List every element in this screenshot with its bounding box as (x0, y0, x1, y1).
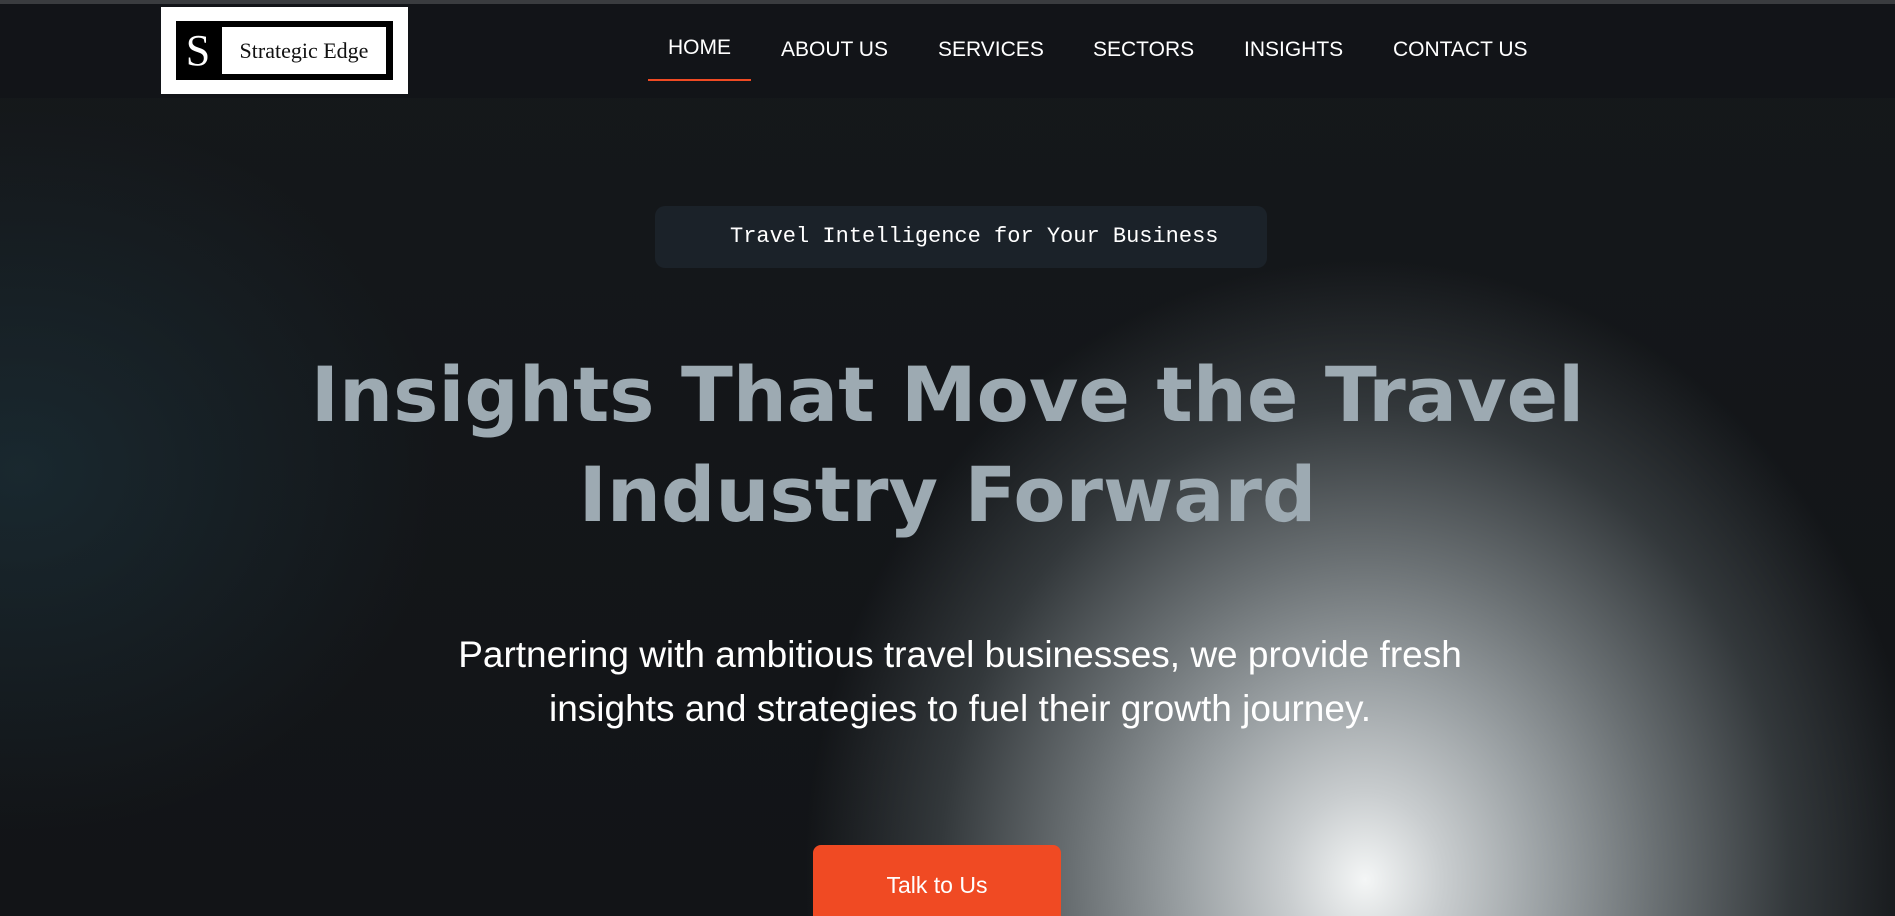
nav-item-home[interactable]: HOME (668, 28, 731, 68)
talk-to-us-button[interactable]: Talk to Us (813, 845, 1061, 916)
nav-item-services[interactable]: SERVICES (938, 30, 1044, 70)
logo-letter: S (185, 26, 211, 75)
nav-item-contact-us[interactable]: CONTACT US (1393, 30, 1528, 70)
hero-subtitle-line-1: Partnering with ambitious travel busines… (458, 634, 1462, 675)
hero-subtitle-line-2: insights and strategies to fuel their gr… (549, 688, 1371, 729)
tagline-badge: Travel Intelligence for Your Business (655, 206, 1267, 268)
hero-title: Insights That Move the Travel Industry F… (200, 345, 1695, 545)
logo[interactable]: S Strategic Edge (161, 7, 408, 94)
nav-active-indicator (648, 79, 751, 81)
page: S Strategic Edge HOME ABOUT US SERVICES … (0, 0, 1895, 916)
logo-mark: S Strategic Edge (176, 21, 393, 80)
nav-item-sectors[interactable]: SECTORS (1093, 30, 1194, 70)
nav-item-about-us[interactable]: ABOUT US (781, 30, 888, 70)
hero-title-line-1: Insights That Move the Travel (310, 350, 1585, 439)
hero-title-line-2: Industry Forward (578, 450, 1317, 539)
nav-item-insights[interactable]: INSIGHTS (1244, 30, 1343, 70)
hero-subtitle: Partnering with ambitious travel busines… (420, 628, 1500, 736)
logo-name: Strategic Edge (222, 27, 386, 74)
